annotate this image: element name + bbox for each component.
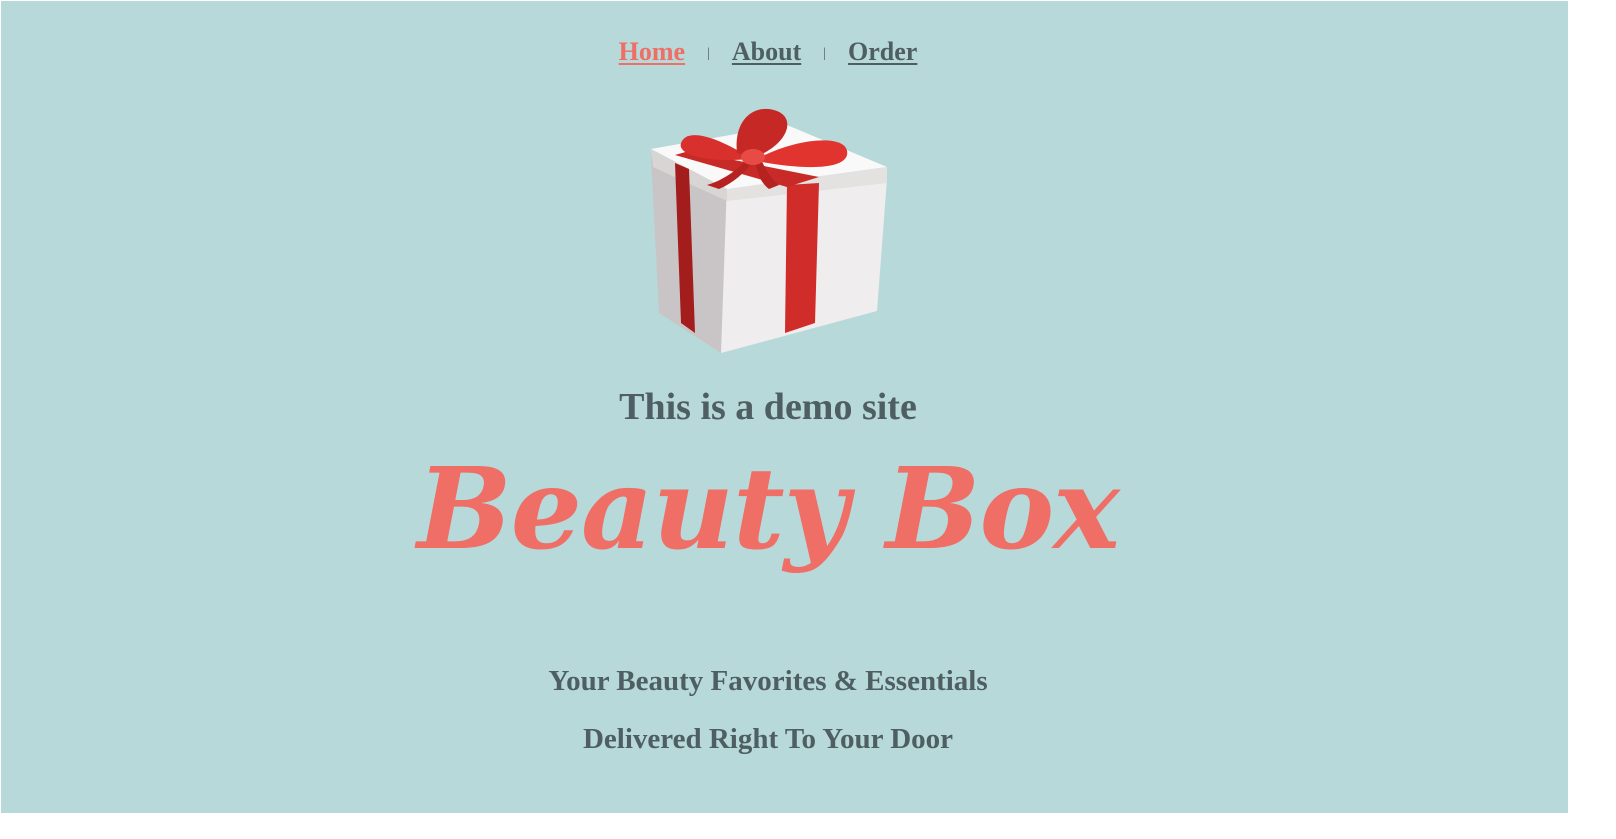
nav-separator: |	[707, 46, 710, 61]
tagline-line-1: Your Beauty Favorites & Essentials	[548, 665, 988, 697]
tagline-line-2: Delivered Right To Your Door	[582, 723, 954, 755]
page: Home | About | Order This is a demo site…	[1, 1, 1568, 813]
nav-order-link[interactable]: Order	[848, 37, 917, 67]
gift-bow-knot	[741, 149, 765, 165]
nav-separator: |	[823, 46, 827, 61]
demo-notice: This is a demo site	[619, 386, 917, 428]
nav-home-link[interactable]: Home	[619, 37, 685, 67]
top-nav: Home | About | Order	[1, 37, 1535, 67]
gift-ribbon-right	[785, 183, 819, 333]
brand-title: Beauty Box	[417, 444, 1120, 575]
gift-box-icon	[651, 108, 887, 353]
nav-about-link[interactable]: About	[732, 37, 801, 67]
